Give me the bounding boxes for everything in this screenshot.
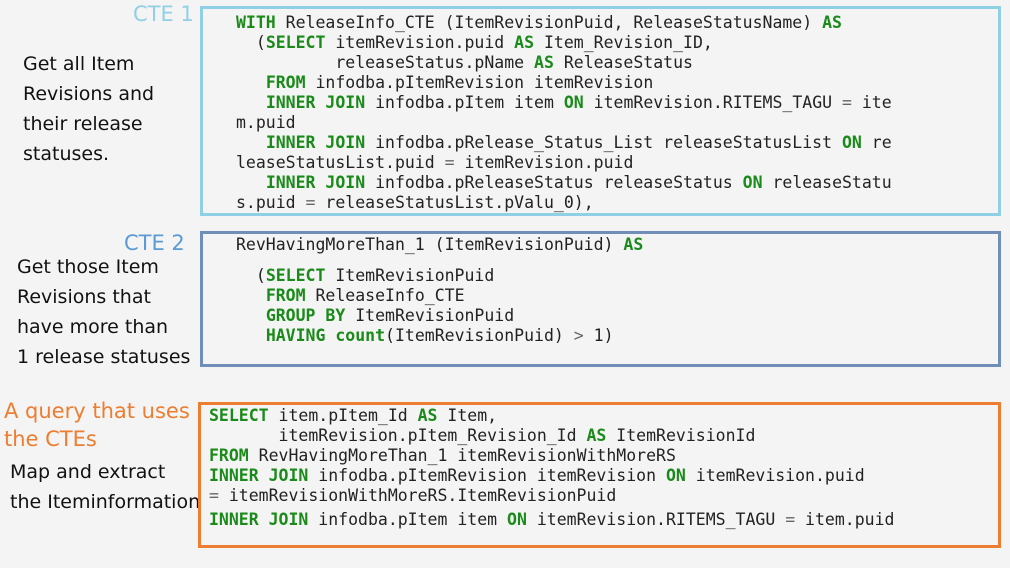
cte2-code-line: HAVING count(ItemRevisionPuid) > 1) <box>265 326 614 345</box>
cte1-title: CTE 1 <box>133 2 194 26</box>
cte1-code-line: INNER JOIN infodba.pRelease_Status_List … <box>265 133 892 152</box>
cte1-code-line: m.puid <box>236 113 296 132</box>
cte2-code-line: RevHavingMoreThan_1 (ItemRevisionPuid) A… <box>236 235 644 254</box>
query-code: SELECT item.pItem_Id AS Item, itemRevisi… <box>209 406 865 506</box>
query-description: Map and extract the Iteminformation <box>10 461 201 513</box>
cte1-code-line: leaseStatusList.puid = itemRevision.puid <box>236 153 634 172</box>
query-code-line: FROM RevHavingMoreThan_1 itemRevisionWit… <box>209 446 676 465</box>
cte2-code-line: (SELECT ItemRevisionPuid <box>236 266 495 285</box>
cte2-code-head: RevHavingMoreThan_1 (ItemRevisionPuid) A… <box>236 235 643 255</box>
query-title: A query that uses the CTEs <box>4 399 190 451</box>
cte1-description: Get all Item Revisions and their release… <box>23 53 155 165</box>
cte1-code: WITH ReleaseInfo_CTE (ItemRevisionPuid, … <box>236 13 892 213</box>
cte1-code-line: releaseStatus.pName AS ReleaseStatus <box>236 53 693 72</box>
cte1-code-line: INNER JOIN infodba.pReleaseStatus releas… <box>265 173 892 192</box>
cte1-code-line: FROM infodba.pItemRevision itemRevision <box>265 73 654 92</box>
cte1-code-line: s.puid = releaseStatusList.pValu_0), <box>236 193 594 212</box>
query-code-line: itemRevision.pItem_Revision_Id AS ItemRe… <box>209 426 756 445</box>
query-code-line: INNER JOIN infodba.pItem item ON itemRev… <box>209 510 895 529</box>
cte1-code-line: INNER JOIN infodba.pItem item ON itemRev… <box>265 93 892 112</box>
query-code-line: = itemRevisionWithMoreRS.ItemRevisionPui… <box>209 486 617 505</box>
query-code-line: SELECT item.pItem_Id AS Item, <box>209 406 498 425</box>
query-code-tail: INNER JOIN infodba.pItem item ON itemRev… <box>209 510 894 530</box>
cte2-code-line: FROM ReleaseInfo_CTE <box>265 286 465 305</box>
cte1-code-line: WITH ReleaseInfo_CTE (ItemRevisionPuid, … <box>236 13 842 32</box>
query-code-line: INNER JOIN infodba.pItemRevision itemRev… <box>209 466 865 485</box>
cte2-code: (SELECT ItemRevisionPuid FROM ReleaseInf… <box>236 266 614 346</box>
cte2-code-line: GROUP BY ItemRevisionPuid <box>265 306 515 325</box>
cte2-description: Get those Item Revisions that have more … <box>17 256 191 368</box>
cte1-code-line: (SELECT itemRevision.puid AS Item_Revisi… <box>236 33 713 52</box>
